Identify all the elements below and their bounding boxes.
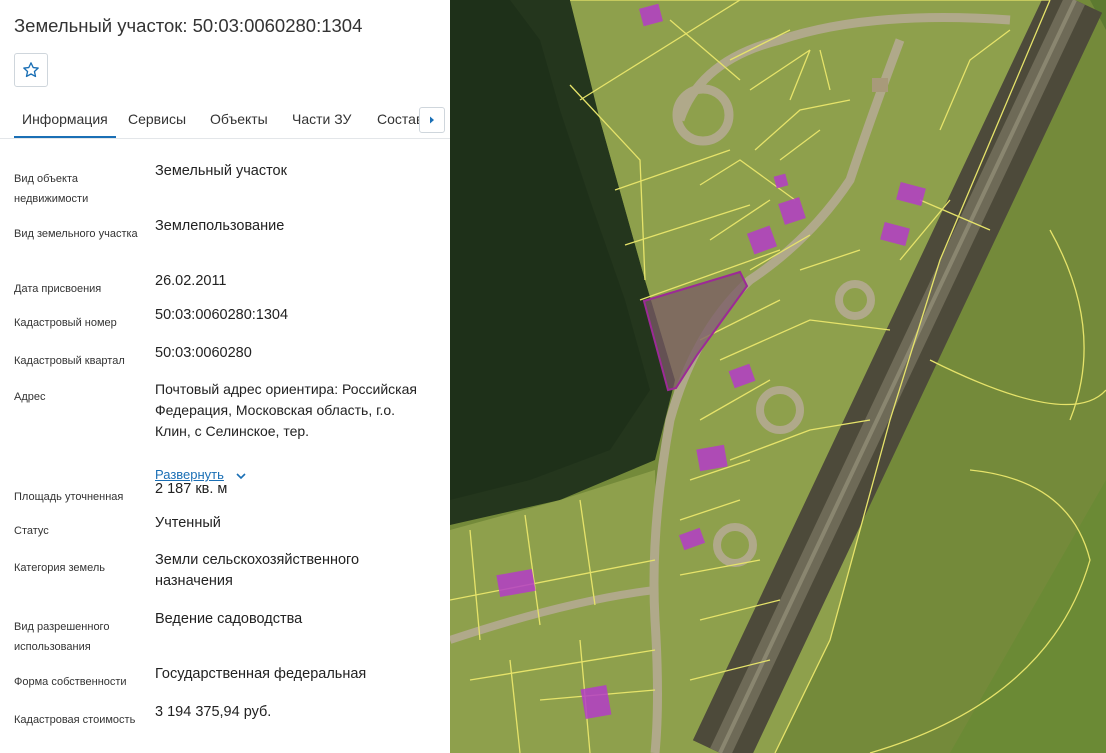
property-label: Вид объекта недвижимости: [14, 173, 89, 205]
property-value: 50:03:0060280: [155, 345, 252, 361]
property-value: Земли сельскохозяйственного назначения: [155, 552, 360, 589]
page-title: Земельный участок: 50:03:0060280:1304: [14, 15, 363, 36]
info-panel: Земельный участок: 50:03:0060280:1304 Ин…: [0, 0, 450, 753]
favorite-button[interactable]: [14, 53, 48, 87]
house-roof: [872, 78, 888, 92]
property-label: Вид земельного участка: [14, 228, 138, 240]
property-value: Ведение садоводства: [155, 611, 303, 627]
property-value: Земельный участок: [155, 163, 287, 179]
property-label: Кадастровый квартал: [14, 355, 125, 367]
property-label: Вид разрешенного использования: [14, 621, 110, 653]
property-value: Учтенный: [155, 515, 221, 531]
property-value: 26.02.2011: [155, 273, 227, 289]
map-view[interactable]: [450, 0, 1106, 753]
property-label: Дата присвоения: [14, 283, 102, 295]
property-value: 50:03:0060280:1304: [155, 307, 289, 323]
tab-information[interactable]: Информация: [14, 111, 116, 138]
property-label: Адрес: [14, 391, 46, 403]
property-label: Статус: [14, 525, 49, 537]
address-value: Почтовый адрес ориентира: Российская Фед…: [155, 381, 417, 439]
property-value: Государственная федеральная: [155, 666, 367, 682]
tab-parts[interactable]: Части ЗУ: [292, 111, 351, 127]
property-label: Категория земель: [14, 562, 105, 574]
property-value: Землепользование: [155, 218, 285, 234]
tab-services[interactable]: Сервисы: [128, 111, 186, 127]
satellite-map[interactable]: [450, 0, 1106, 753]
tab-objects[interactable]: Объекты: [210, 111, 268, 127]
property-value: 3 194 375,94 руб.: [155, 704, 272, 720]
star-outline-icon: [23, 62, 39, 78]
tab-composition[interactable]: Состав: [377, 111, 423, 127]
tabs-scroll-right-button[interactable]: [419, 107, 445, 133]
property-label: Кадастровая стоимость: [14, 714, 136, 726]
property-label: Площадь уточненная: [14, 491, 124, 503]
arrow-right-icon: [430, 116, 434, 124]
property-label: Форма собственности: [14, 676, 127, 688]
property-label: Кадастровый номер: [14, 317, 117, 329]
tabs-bar: Информация Сервисы Объекты Части ЗУ Сост…: [0, 100, 450, 139]
property-value: 2 187 кв. м: [155, 481, 228, 497]
